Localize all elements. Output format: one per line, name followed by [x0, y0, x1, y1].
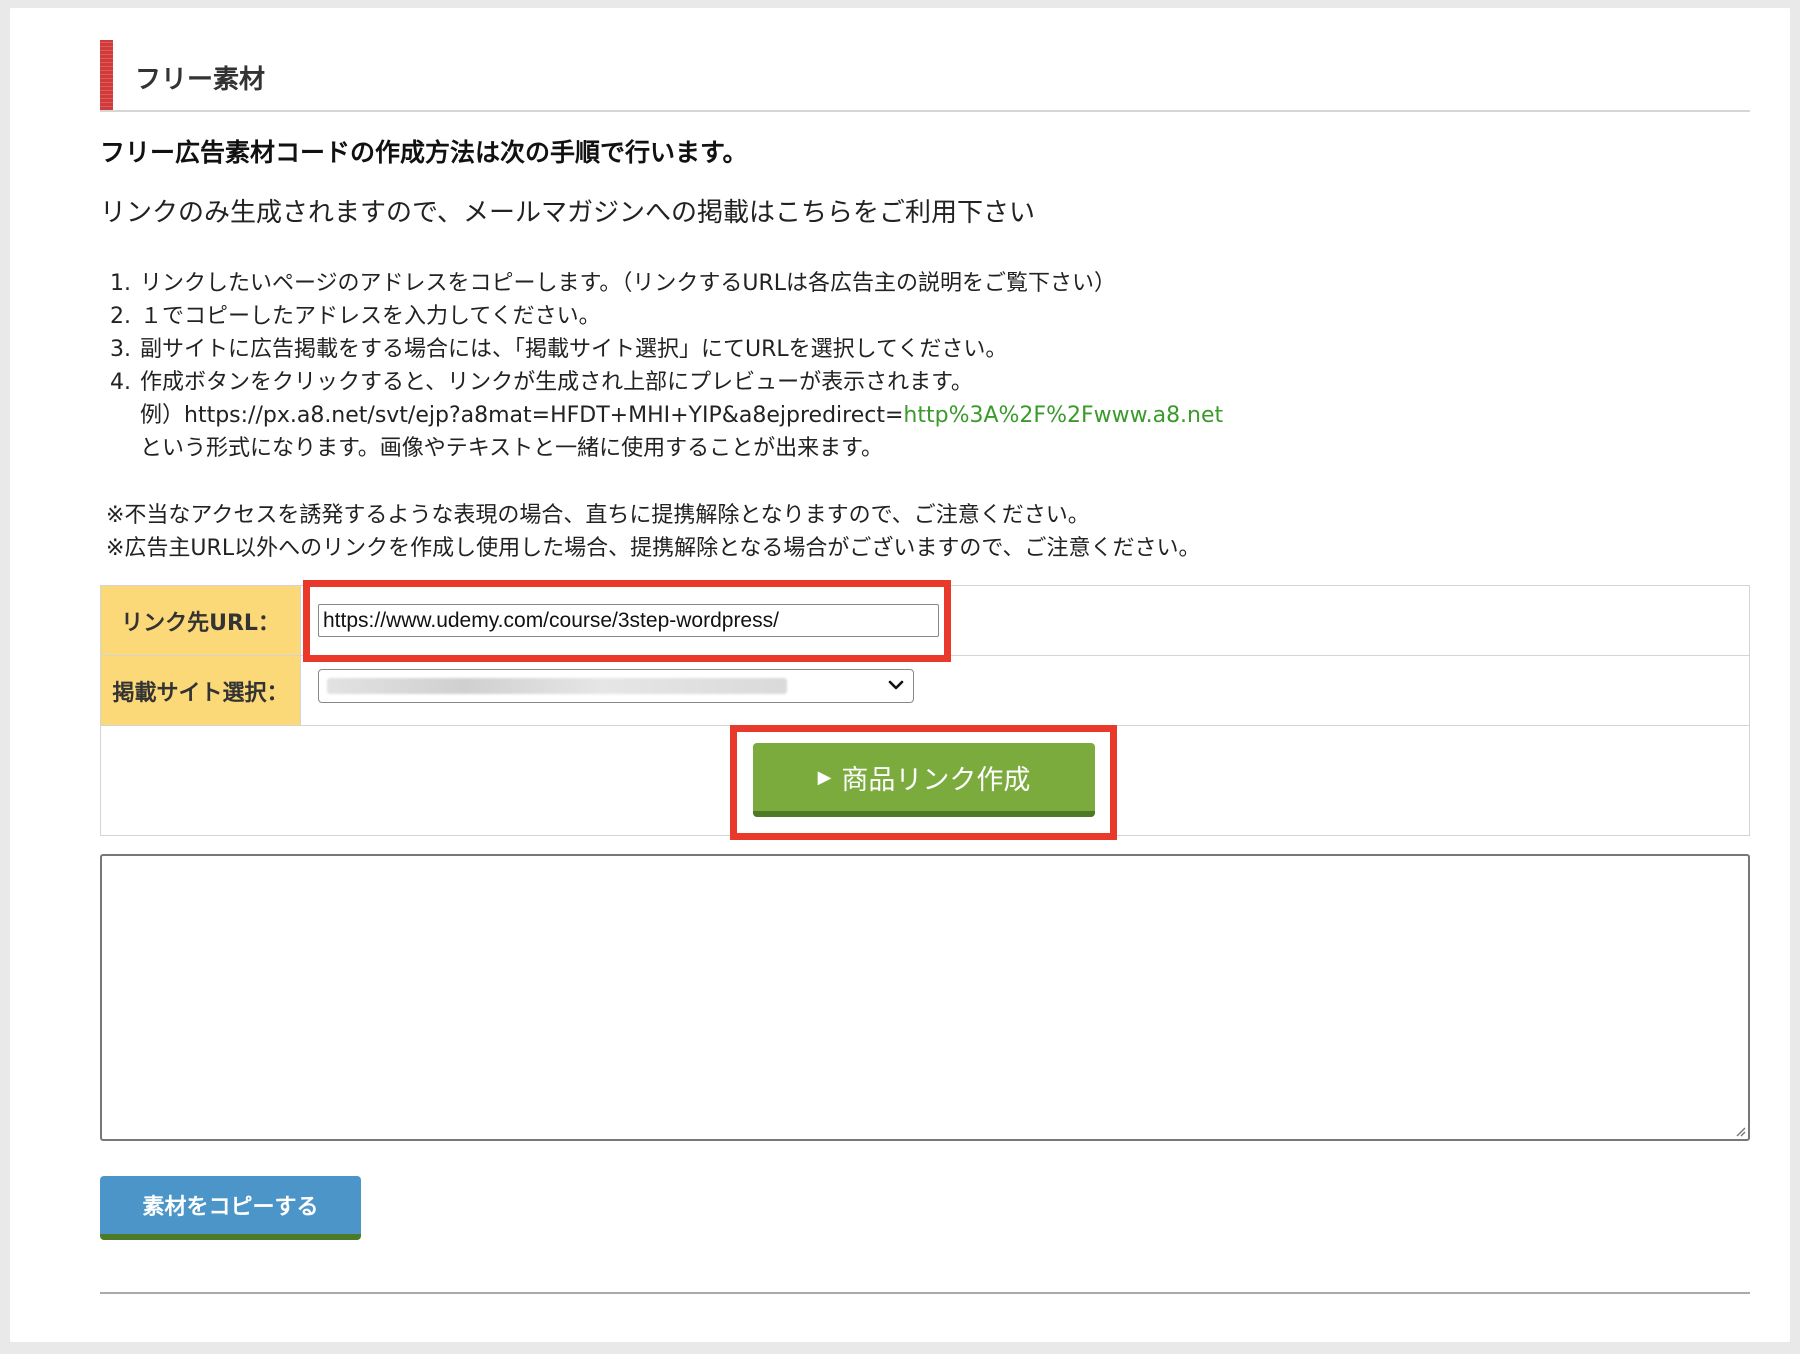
- example-note: という形式になります。画像やテキストと一緒に使用することが出来ます。: [140, 436, 883, 461]
- instructions-subtext: リンクのみ生成されますので、メールマガジンへの掲載はこちらをご利用下さい: [100, 198, 1035, 228]
- example-line: 例）https://px.a8.net/svt/ejp?a8mat=HFDT+M…: [140, 403, 1224, 428]
- example-link: http%3A%2F%2Fwww.a8.net: [903, 403, 1224, 428]
- url-label: リンク先URL：: [101, 586, 301, 655]
- divider: [100, 1292, 1750, 1294]
- step-item: 3. 副サイトに広告掲載をする場合には、「掲載サイト選択」にてURLを選択してくだ…: [110, 337, 1008, 362]
- site-row: 掲載サイト選択：: [101, 656, 1749, 726]
- caution-note: ※不当なアクセスを誘発するような表現の場合、直ちに提携解除となりますので、ご注意…: [106, 503, 1090, 528]
- code-output-textarea[interactable]: [100, 854, 1750, 1141]
- caution-note: ※広告主URL以外へのリンクを作成し使用した場合、提携解除となる場合がございます…: [106, 536, 1201, 561]
- step-item: 2. １でコピーしたアドレスを入力してください。: [110, 304, 601, 329]
- resize-grip-icon[interactable]: [1734, 1125, 1746, 1137]
- copy-material-button[interactable]: 素材をコピーする: [100, 1176, 361, 1240]
- site-select-label: 掲載サイト選択：: [101, 656, 301, 725]
- chevron-down-icon: [888, 680, 904, 690]
- step-item: 1. リンクしたいページのアドレスをコピーします。（リンクするURLは各広告主の説…: [110, 271, 1117, 296]
- section-header: フリー素材: [100, 40, 1750, 112]
- site-select-value-redacted: [327, 678, 787, 694]
- steps-list: 1. リンクしたいページのアドレスをコピーします。（リンクするURLは各広告主の説…: [110, 267, 1223, 465]
- step-item: 4. 作成ボタンをクリックすると、リンクが生成され上部にプレビューが表示されます。: [110, 370, 973, 395]
- caution-notes: ※不当なアクセスを誘発するような表現の場合、直ちに提携解除となりますので、ご注意…: [106, 499, 1201, 565]
- site-select[interactable]: [318, 669, 914, 703]
- instructions-heading: フリー広告素材コードの作成方法は次の手順で行います。: [100, 138, 748, 167]
- highlight-url-box: [303, 580, 951, 662]
- section-accent-bar: [100, 40, 113, 110]
- section-title: フリー素材: [135, 65, 266, 95]
- highlight-button-box: [730, 725, 1117, 840]
